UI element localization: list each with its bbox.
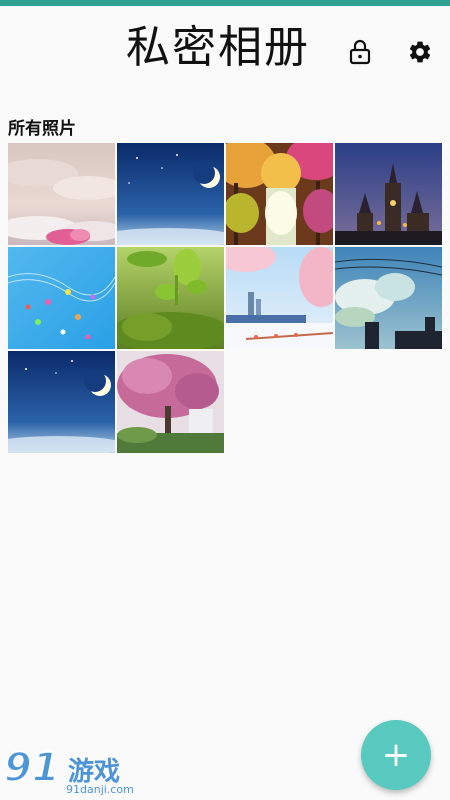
add-photo-button[interactable]: + bbox=[361, 720, 431, 790]
watermark-url: 91danji.com bbox=[66, 783, 134, 796]
photo-thumb-castle-night[interactable] bbox=[335, 143, 442, 245]
night-sky-image-2 bbox=[8, 351, 115, 453]
sky-image bbox=[335, 247, 442, 349]
lock-icon bbox=[349, 39, 371, 65]
photo-grid bbox=[8, 143, 442, 453]
gear-icon bbox=[409, 41, 431, 63]
app-header: 私密相册 bbox=[0, 6, 450, 90]
plus-icon: + bbox=[381, 735, 411, 775]
city-blossom-image bbox=[226, 247, 333, 349]
photo-thumb-night-moon-2[interactable] bbox=[8, 351, 115, 453]
photo-thumb-night-moon[interactable] bbox=[117, 143, 224, 245]
settings-button[interactable] bbox=[404, 36, 436, 68]
watermark-logo: 91 bbox=[3, 744, 61, 792]
section-title: 所有照片 bbox=[8, 119, 76, 139]
photo-thumb-clouds-pink[interactable] bbox=[8, 143, 115, 245]
photo-thumb-music-notes[interactable] bbox=[8, 247, 115, 349]
sprout-image bbox=[117, 247, 224, 349]
night-sky-image bbox=[117, 143, 224, 245]
photo-thumb-cherry-city[interactable] bbox=[226, 247, 333, 349]
page-title: 私密相册 bbox=[126, 22, 310, 73]
photo-thumb-sky-wires[interactable] bbox=[335, 247, 442, 349]
forest-image bbox=[226, 143, 333, 245]
blossom-tree-image bbox=[117, 351, 224, 453]
photo-thumb-autumn-forest[interactable] bbox=[226, 143, 333, 245]
photo-thumb-green-sprout[interactable] bbox=[117, 247, 224, 349]
music-image bbox=[8, 247, 115, 349]
photo-thumb-blossom-tree[interactable] bbox=[117, 351, 224, 453]
castle-image bbox=[335, 143, 442, 245]
site-watermark: 91 游戏 91danji.com bbox=[3, 744, 144, 797]
clouds-image bbox=[8, 143, 115, 245]
lock-button[interactable] bbox=[344, 36, 376, 68]
